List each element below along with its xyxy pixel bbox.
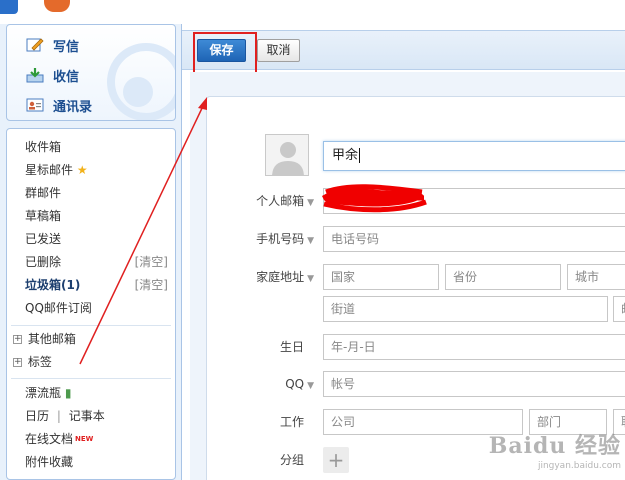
write-mail-label: 写信	[53, 39, 80, 55]
new-badge: NEW	[75, 435, 94, 443]
group-label: 分组	[279, 453, 304, 467]
drift-bottle-link[interactable]: 漂流瓶 ▮	[25, 382, 71, 404]
cancel-button[interactable]: 取消	[257, 39, 300, 62]
expand-plus-icon[interactable]: +	[13, 335, 22, 344]
tags-group[interactable]: + 标签	[13, 351, 52, 373]
add-group-plus-icon[interactable]: +	[323, 447, 349, 473]
baidu-jingyan-watermark: Baidu 经验 jingyan.baidu.com	[489, 435, 621, 476]
write-mail-button[interactable]: 写信	[25, 33, 79, 57]
divider	[11, 325, 171, 326]
folder-starred-label: 星标邮件	[25, 163, 74, 177]
department-field[interactable]: 部门	[529, 409, 607, 435]
contact-name-input[interactable]: 甲余	[323, 141, 625, 171]
street-field[interactable]: 街道	[323, 296, 608, 322]
clear-deleted-link[interactable]: [清空]	[135, 251, 168, 273]
expand-plus-icon[interactable]: +	[13, 358, 22, 367]
divider	[11, 378, 171, 379]
link-divider: |	[56, 409, 61, 423]
folder-qq-subscription[interactable]: QQ邮件订阅	[25, 297, 92, 319]
bottle-icon: ▮	[64, 386, 72, 400]
birthday-field[interactable]: 年-月-日	[323, 334, 625, 360]
calendar-link[interactable]: 日历	[25, 409, 49, 423]
folder-group-mail[interactable]: 群邮件	[25, 182, 61, 204]
work-label: 工作	[279, 415, 304, 429]
other-mailbox-group[interactable]: + 其他邮箱	[13, 328, 76, 350]
dropdown-arrow-icon: ▼	[307, 236, 314, 246]
calendar-notes-row: 日历 | 记事本	[25, 405, 105, 427]
folder-sent[interactable]: 已发送	[25, 228, 61, 250]
clear-spam-link[interactable]: [清空]	[135, 274, 168, 296]
text-cursor	[359, 148, 361, 163]
qq-account-field[interactable]: 帐号	[323, 371, 625, 397]
contacts-label: 通讯录	[53, 99, 93, 115]
address-label[interactable]: 家庭地址 ▼	[242, 264, 314, 290]
province-field[interactable]: 省份	[445, 264, 561, 290]
email-label-text: 个人邮箱	[256, 194, 305, 208]
main-panel: 保存 取消 甲余 个人邮箱 ▼ 手机号码 ▼ 电话号码 家庭地址 ▼ 国家 省份 城市…	[181, 24, 625, 480]
quick-actions-panel: 写信 收信 通讯录	[6, 24, 176, 121]
folder-list: 收件箱 星标邮件 ★ 群邮件 草稿箱 已发送 已删除 [清空] 垃圾箱(1) […	[6, 128, 176, 480]
other-mailbox-label: 其他邮箱	[27, 332, 76, 346]
inbox-download-icon	[25, 66, 45, 84]
online-docs-link[interactable]: 在线文档 NEW	[25, 428, 93, 450]
contacts-button[interactable]: 通讯录	[25, 93, 92, 117]
folder-deleted[interactable]: 已删除	[25, 251, 61, 273]
folder-inbox[interactable]: 收件箱	[25, 136, 61, 158]
phone-field[interactable]: 电话号码	[323, 226, 625, 252]
logo-fragment	[0, 0, 18, 14]
receive-mail-button[interactable]: 收信	[25, 63, 79, 87]
redaction-scribble	[322, 184, 427, 213]
email-label[interactable]: 个人邮箱 ▼	[242, 188, 314, 214]
qq-label[interactable]: QQ ▼	[242, 371, 314, 397]
sidebar: 写信 收信 通讯录 收件箱 星标邮件 ★ 群邮件 草稿箱 已发送 已删除 [清空…	[6, 24, 176, 480]
receive-mail-label: 收信	[53, 69, 80, 85]
job-title-field[interactable]: 职	[613, 409, 625, 435]
qq-penguin-decoration	[123, 77, 153, 107]
city-field[interactable]: 城市	[567, 264, 625, 290]
contact-name-value: 甲余	[332, 148, 359, 163]
toolbar: 保存 取消	[182, 30, 625, 78]
address-label-text: 家庭地址	[256, 270, 305, 284]
drift-bottle-label: 漂流瓶	[25, 386, 62, 400]
birthday-label: 生日	[279, 340, 304, 354]
tags-label: 标签	[27, 355, 52, 369]
dropdown-arrow-icon: ▼	[307, 381, 314, 391]
person-silhouette-icon	[272, 142, 304, 175]
pencil-icon	[25, 36, 45, 54]
notes-link[interactable]: 记事本	[69, 409, 105, 423]
avatar-placeholder[interactable]	[265, 134, 309, 176]
folder-drafts[interactable]: 草稿箱	[25, 205, 61, 227]
country-field[interactable]: 国家	[323, 264, 439, 290]
logo-fragment	[44, 0, 70, 12]
postcode-field[interactable]: 邮	[613, 296, 625, 322]
contact-card-icon	[25, 96, 45, 114]
qq-label-text: QQ	[285, 377, 305, 391]
watermark-url: jingyan.baidu.com	[537, 461, 621, 471]
company-field[interactable]: 公司	[323, 409, 523, 435]
save-button[interactable]: 保存	[197, 39, 246, 62]
top-header	[0, 0, 625, 24]
online-docs-label: 在线文档	[25, 432, 74, 446]
phone-label-text: 手机号码	[256, 232, 305, 246]
star-icon: ★	[76, 163, 88, 177]
phone-label[interactable]: 手机号码 ▼	[242, 226, 314, 252]
folder-spam[interactable]: 垃圾箱(1)	[25, 274, 80, 296]
folder-starred[interactable]: 星标邮件 ★	[25, 159, 88, 181]
attachment-favorites-link[interactable]: 附件收藏	[25, 451, 73, 473]
dropdown-arrow-icon: ▼	[307, 274, 314, 284]
dropdown-arrow-icon: ▼	[307, 198, 314, 208]
